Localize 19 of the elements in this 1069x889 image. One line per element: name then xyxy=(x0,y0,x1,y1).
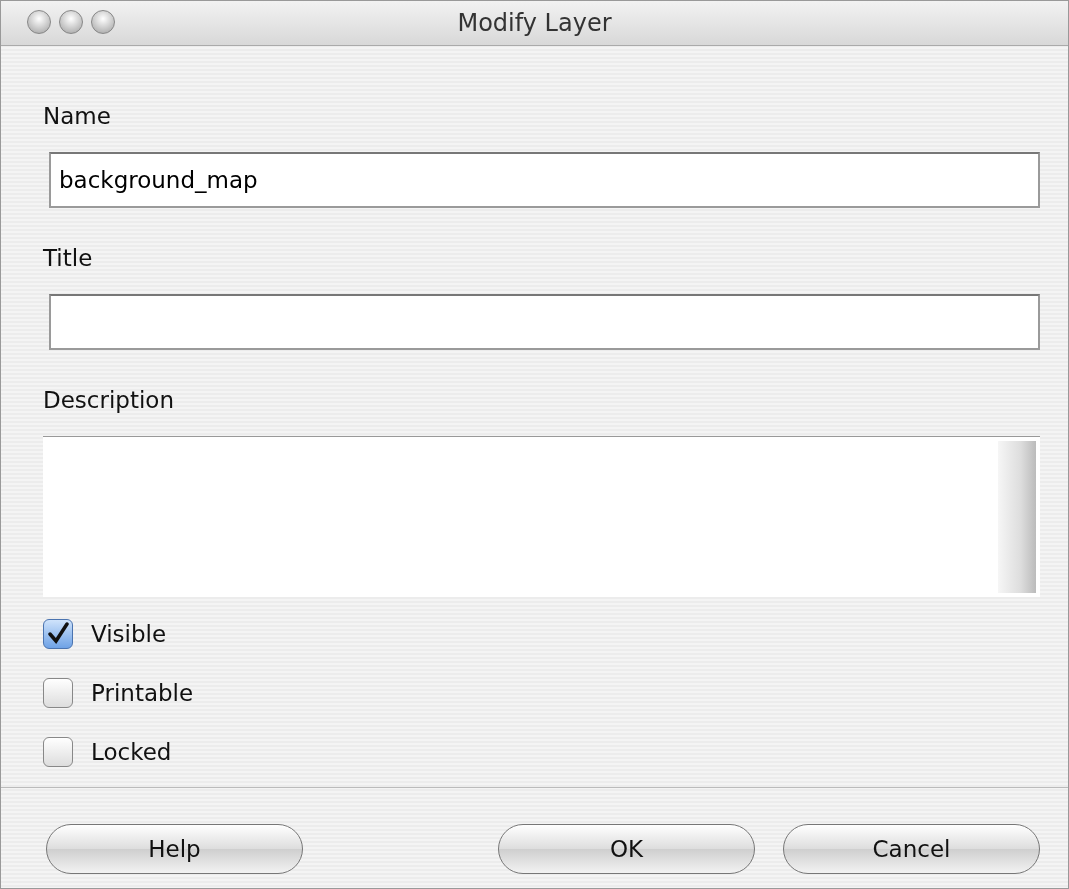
window-control-icon[interactable] xyxy=(59,10,83,34)
window-title: Modify Layer xyxy=(457,9,612,37)
window-control-icon[interactable] xyxy=(91,10,115,34)
field-label: Description xyxy=(43,386,174,415)
scroll-bar[interactable] xyxy=(998,441,1036,593)
checkbox[interactable] xyxy=(43,619,73,649)
checkbox-label: Locked xyxy=(91,739,172,765)
window-control-icon[interactable] xyxy=(27,10,51,34)
checkbox[interactable] xyxy=(43,737,73,767)
dialog-button[interactable]: Help xyxy=(46,824,303,874)
checkbox-label: Visible xyxy=(91,621,167,647)
checkbox[interactable] xyxy=(43,678,73,708)
text-field[interactable] xyxy=(49,294,1040,350)
dialog-button[interactable]: OK xyxy=(498,824,755,874)
field-label: Title xyxy=(43,244,93,273)
dialog-button[interactable]: Cancel xyxy=(783,824,1040,874)
text-field[interactable]: background_map xyxy=(49,152,1040,208)
checkbox-label: Printable xyxy=(91,680,194,706)
field-label: Name xyxy=(43,102,111,131)
